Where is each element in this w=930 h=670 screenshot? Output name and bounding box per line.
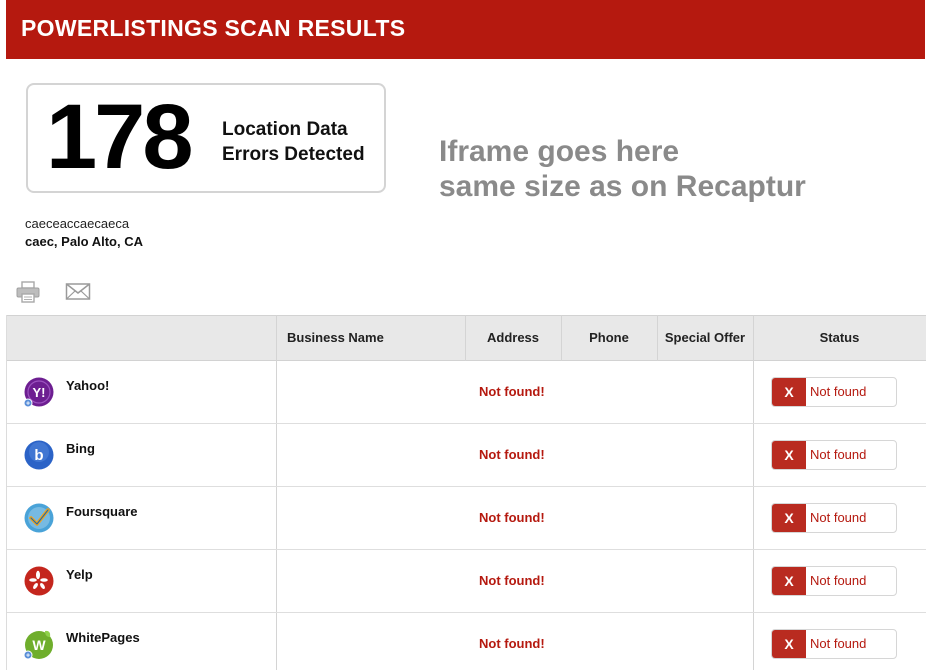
iframe-placeholder-line1: Iframe goes here — [439, 135, 680, 168]
scan-results-table: Business Name Address Phone Special Offe… — [6, 315, 926, 670]
column-header-special-offer: Special Offer — [664, 330, 746, 345]
status-x-icon: X — [772, 441, 806, 469]
status-button[interactable]: X Not found — [771, 503, 897, 533]
status-button[interactable]: X Not found — [771, 440, 897, 470]
iframe-placeholder: Iframe goes here same size as on Recaptu… — [439, 134, 806, 204]
error-label-line1: Location Data — [222, 119, 348, 140]
svg-text:b: b — [34, 447, 43, 464]
error-summary-box: 178 Location Data Errors Detected — [26, 83, 386, 193]
address-result: Not found! — [479, 636, 545, 651]
column-divider — [657, 315, 658, 361]
column-header-status: Status — [819, 330, 860, 345]
page-header: POWERLISTINGS SCAN RESULTS — [6, 0, 925, 59]
error-count: 178 — [46, 86, 193, 188]
status-label: Not found — [810, 384, 867, 399]
bing-logo-icon: b — [24, 440, 54, 470]
address-result: Not found! — [479, 384, 545, 399]
status-x-icon: X — [772, 630, 806, 658]
column-header-address: Address — [486, 330, 540, 345]
address-result: Not found! — [479, 510, 545, 525]
error-label-line2: Errors Detected — [222, 144, 365, 165]
business-location: caec, Palo Alto, CA — [25, 234, 143, 249]
column-divider — [465, 315, 466, 361]
svg-text:+: + — [26, 653, 30, 660]
svg-text:Y!: Y! — [33, 385, 46, 400]
table-row: W + WhitePages Not found! X Not found — [7, 613, 926, 670]
svg-text:W: W — [32, 637, 46, 653]
table-row: Y! + Yahoo! Not found! X Not found — [7, 361, 926, 424]
yahoo-logo-icon: Y! + — [23, 377, 54, 408]
page-title: POWERLISTINGS SCAN RESULTS — [21, 15, 406, 41]
status-label: Not found — [810, 636, 867, 651]
whitepages-logo-icon: W + — [23, 630, 53, 660]
site-name: Foursquare — [66, 504, 138, 519]
site-name: WhitePages — [66, 630, 140, 645]
status-label: Not found — [810, 510, 867, 525]
error-label: Location Data Errors Detected — [222, 117, 365, 167]
printer-icon[interactable] — [15, 281, 41, 303]
column-divider — [561, 315, 562, 361]
table-row: Yelp Not found! X Not found — [7, 550, 926, 613]
business-name: caeceaccaecaeca — [25, 216, 130, 231]
address-result: Not found! — [479, 447, 545, 462]
svg-text:+: + — [26, 401, 30, 408]
table-row: b Bing Not found! X Not found — [7, 424, 926, 487]
site-name: Yelp — [66, 567, 93, 582]
address-result: Not found! — [479, 573, 545, 588]
status-button[interactable]: X Not found — [771, 566, 897, 596]
iframe-placeholder-line2: same size as on Recaptur — [439, 170, 806, 203]
table-row: Foursquare Not found! X Not found — [7, 487, 926, 550]
table-header: Business Name Address Phone Special Offe… — [7, 315, 926, 361]
status-label: Not found — [810, 447, 867, 462]
status-x-icon: X — [772, 567, 806, 595]
site-name: Bing — [66, 441, 95, 456]
column-header-business-name: Business Name — [287, 330, 384, 345]
envelope-icon[interactable] — [65, 281, 91, 303]
status-x-icon: X — [772, 504, 806, 532]
status-button[interactable]: X Not found — [771, 377, 897, 407]
site-name: Yahoo! — [66, 378, 110, 393]
foursquare-logo-icon — [24, 503, 54, 533]
status-label: Not found — [810, 573, 867, 588]
column-header-phone: Phone — [589, 330, 629, 345]
status-button[interactable]: X Not found — [771, 629, 897, 659]
yelp-logo-icon — [24, 566, 54, 596]
status-x-icon: X — [772, 378, 806, 406]
